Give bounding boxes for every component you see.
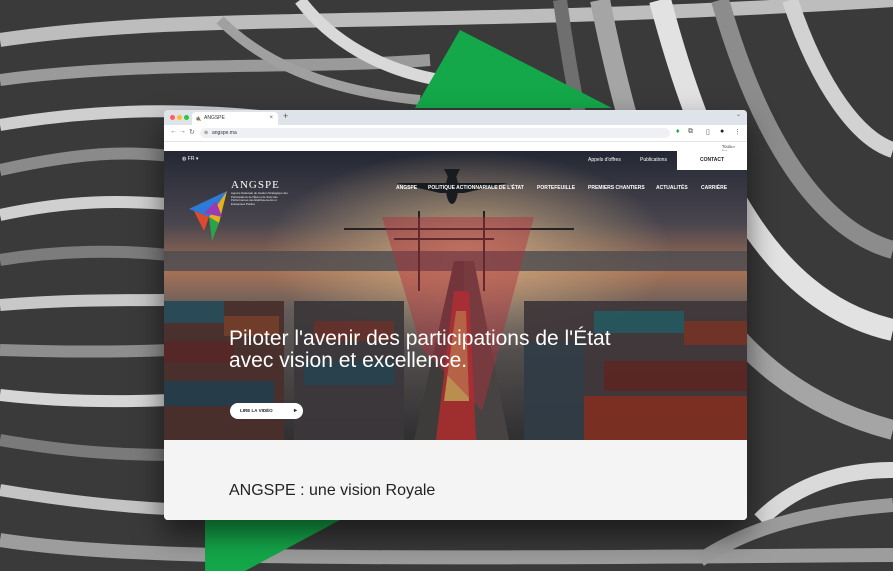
link-publications[interactable]: Publications	[640, 157, 667, 163]
hero-headline: Piloter l'avenir des participations de l…	[229, 327, 611, 372]
favicon-icon	[196, 116, 201, 121]
nav-politique-actionnariale[interactable]: POLITIQUE ACTIONNARIALE DE L'ÉTAT	[428, 185, 524, 191]
url-text: angspe.ma	[212, 130, 237, 136]
browser-toolbar: ← → ↻ ⊜ angspe.ma ♦ ⧉ ▯ ● ⋮	[164, 125, 747, 142]
chevron-down-icon: ▾	[194, 156, 199, 162]
play-video-label: LIRE LA VIDÉO	[240, 408, 273, 413]
close-window-button[interactable]	[170, 115, 175, 120]
new-tab-button[interactable]: +	[283, 111, 288, 121]
website-viewport: ◍ FR ▾ Appels d'offres Publications CONT…	[164, 151, 747, 520]
link-appels-offres[interactable]: Appels d'offres	[588, 157, 621, 163]
nav-angspe[interactable]: ANGSPE	[396, 185, 417, 191]
site-info-icon[interactable]: ⊜	[204, 128, 208, 138]
language-selector[interactable]: ◍ FR ▾	[182, 156, 198, 162]
play-video-button[interactable]: LIRE LA VIDÉO ▸	[230, 403, 303, 419]
back-arrow-icon[interactable]: ←	[170, 128, 177, 135]
bookmarks-bar: ▭ Tous les favoris	[164, 142, 747, 159]
play-icon: ▸	[293, 408, 297, 414]
nav-carriere[interactable]: CARRIÈRE	[701, 185, 727, 191]
nav-portefeuille[interactable]: PORTEFEUILLE	[537, 185, 575, 191]
section-title: ANGSPE : une vision Royale	[229, 482, 436, 499]
sidebar-icon[interactable]: ▯	[706, 128, 710, 136]
tab-title: ANGSPE	[204, 115, 225, 121]
nav-premiers-chantiers[interactable]: PREMIERS CHANTIERS	[588, 185, 645, 191]
address-bar[interactable]: ⊜ angspe.ma	[200, 128, 670, 138]
top-utility-bar: ◍ FR ▾ Appels d'offres Publications CONT…	[164, 151, 747, 170]
tab-search-icon[interactable]: ⌄	[736, 111, 741, 118]
tab-close-icon[interactable]: ×	[269, 112, 273, 125]
minimize-window-button[interactable]	[177, 115, 182, 120]
logo-name[interactable]: ANGSPE	[231, 179, 280, 191]
contact-button[interactable]: CONTACT	[677, 151, 747, 170]
reload-icon[interactable]: ↻	[189, 128, 195, 136]
vision-section: ANGSPE : une vision Royale	[164, 440, 747, 520]
browser-tab[interactable]: ANGSPE ×	[192, 112, 278, 125]
extension-icon[interactable]: ♦	[676, 128, 680, 135]
menu-icon[interactable]: ⋮	[734, 128, 741, 136]
zoom-window-button[interactable]	[184, 115, 189, 120]
profile-icon[interactable]: ●	[720, 128, 724, 135]
extensions-puzzle-icon[interactable]: ⧉	[688, 128, 693, 136]
logo-subtitle: Agence Nationale de Gestion Stratégique …	[231, 191, 288, 206]
browser-window: ANGSPE × + ⌄ ← → ↻ ⊜ angspe.ma ♦ ⧉ ▯ ● ⋮…	[164, 110, 747, 520]
forward-arrow-icon[interactable]: →	[179, 128, 186, 135]
nav-actualites[interactable]: ACTUALITÉS	[656, 185, 688, 191]
hero-section: ◍ FR ▾ Appels d'offres Publications CONT…	[164, 151, 747, 440]
tab-bar: ANGSPE × + ⌄	[164, 110, 747, 125]
